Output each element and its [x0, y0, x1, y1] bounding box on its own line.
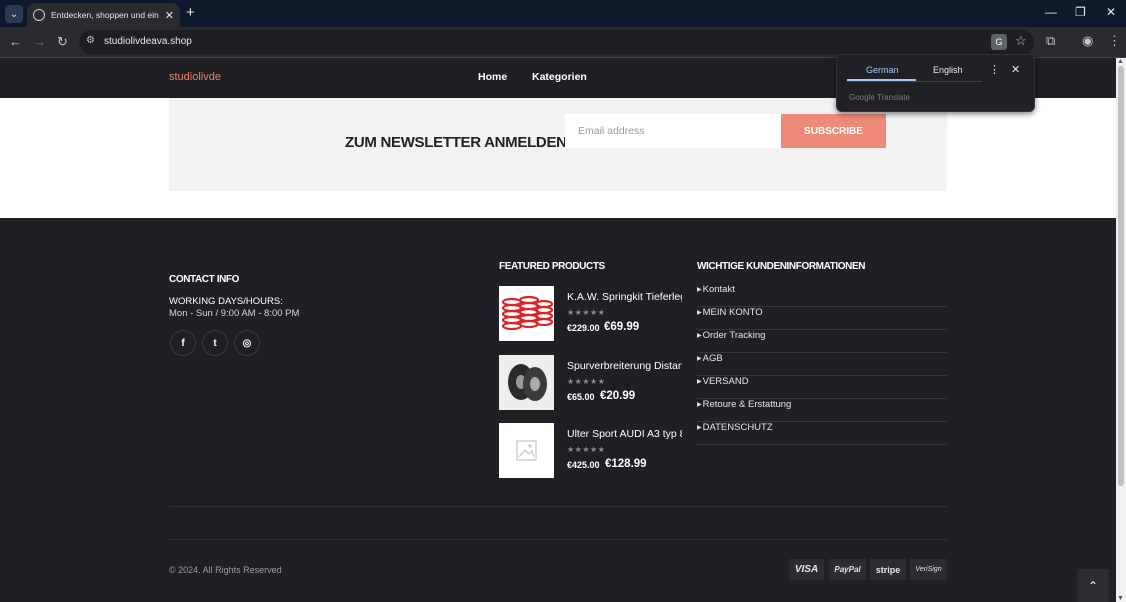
product-image-springs[interactable]	[499, 286, 554, 341]
product-item[interactable]: Spurverbreiterung Distanzscheiben ★★★★★ …	[499, 355, 684, 411]
newsletter-title: ZUM NEWSLETTER ANMELDEN	[345, 134, 567, 151]
info-link-label[interactable]: Retoure & Erstattung	[703, 399, 792, 410]
product-item[interactable]: Ulter Sport AUDI A3 typ 8P ★★★★★ €425.00…	[499, 423, 684, 479]
product-price: €128.99	[605, 458, 647, 470]
hours-label: WORKING DAYS/HOURS:	[169, 296, 283, 307]
rating-stars-icon: ★★★★★	[567, 377, 606, 386]
scrollbar-thumb[interactable]	[1118, 66, 1124, 486]
product-name[interactable]: Spurverbreiterung Distanzscheiben	[567, 360, 682, 372]
translate-source-tab[interactable]: German	[866, 65, 899, 75]
info-link-label[interactable]: AGB	[703, 353, 723, 364]
rating-stars-icon: ★★★★★	[567, 445, 606, 454]
translate-icon[interactable]: G	[991, 34, 1007, 50]
caret-right-icon: ▶	[697, 425, 702, 431]
translate-brand: Google Translate	[849, 93, 910, 102]
newsletter-box: ZUM NEWSLETTER ANMELDEN SUBSCRIBE	[169, 98, 947, 191]
newsletter-email-input[interactable]	[565, 114, 781, 148]
translate-tab-divider	[847, 81, 982, 82]
product-old-price: €65.00	[567, 392, 595, 402]
caret-right-icon: ▶	[697, 310, 702, 316]
site-info-icon[interactable]: ⚙	[86, 35, 100, 49]
info-link-label[interactable]: VERSAND	[703, 376, 749, 387]
verisign-icon: VeriSign	[910, 559, 947, 580]
product-old-price: €425.00	[567, 460, 600, 470]
visa-icon: VISA	[789, 559, 824, 580]
info-link-versand[interactable]: ▶VERSAND	[697, 376, 947, 399]
window-close-icon[interactable]: ✕	[1106, 5, 1116, 19]
extensions-icon[interactable]: ⧉	[1046, 33, 1055, 49]
product-price: €20.99	[600, 390, 636, 402]
nav-kategorien[interactable]: Kategorien	[532, 71, 587, 83]
address-bar[interactable]: ⚙ studiolivdeava.shop G ☆	[79, 30, 1034, 54]
product-name[interactable]: K.A.W. Springkit Tieferlegungsfedern	[567, 291, 682, 303]
info-link-label[interactable]: MEIN KONTO	[703, 307, 763, 318]
browser-tab[interactable]: Entdecken, shoppen und einkaufen ✕	[27, 3, 180, 27]
paypal-icon: PayPal	[829, 559, 866, 580]
footer-divider	[169, 539, 947, 540]
caret-right-icon: ▶	[697, 379, 702, 385]
copyright: © 2024. All Rights Reserved	[169, 565, 282, 575]
restore-icon[interactable]: ❐	[1075, 5, 1086, 19]
tab-close-icon[interactable]: ✕	[165, 9, 174, 22]
nav-home[interactable]: Home	[478, 71, 507, 83]
info-link-order-tracking[interactable]: ▶Order Tracking	[697, 330, 947, 353]
featured-title: FEATURED PRODUCTS	[499, 261, 605, 272]
globe-icon	[33, 9, 45, 21]
scroll-up-arrow-icon[interactable]: ▲	[1117, 58, 1124, 65]
new-tab-button[interactable]: +	[186, 5, 195, 21]
back-icon[interactable]: ←	[9, 34, 22, 50]
translate-more-icon[interactable]: ⋮	[989, 63, 1000, 76]
facebook-icon[interactable]: f	[170, 330, 196, 356]
twitter-icon[interactable]: t	[202, 330, 228, 356]
newsletter-section: ZUM NEWSLETTER ANMELDEN SUBSCRIBE	[0, 98, 1116, 218]
product-old-price: €229.00	[567, 323, 600, 333]
profile-icon[interactable]: ◉	[1082, 33, 1093, 49]
rating-stars-icon: ★★★★★	[567, 308, 606, 317]
page-scrollbar[interactable]: ▲ ▼	[1116, 58, 1126, 602]
caret-right-icon: ▶	[697, 356, 702, 362]
site-logo[interactable]: studiolivde	[169, 71, 221, 83]
site-footer: CONTACT INFO WORKING DAYS/HOURS: Mon - S…	[0, 218, 1116, 602]
info-link-retoure[interactable]: ▶Retoure & Erstattung	[697, 399, 947, 422]
info-link-label[interactable]: Kontakt	[703, 284, 735, 295]
caret-right-icon: ▶	[697, 402, 702, 408]
info-link-kontakt[interactable]: ▶Kontakt	[697, 284, 947, 307]
translate-target-tab[interactable]: English	[933, 65, 963, 75]
translate-close-icon[interactable]: ✕	[1011, 63, 1020, 76]
reload-icon[interactable]: ↻	[57, 34, 68, 50]
product-image-spacers[interactable]	[499, 355, 554, 410]
url-text[interactable]: studiolivdeava.shop	[104, 36, 192, 47]
page-viewport: studiolivde Home Kategorien ZUM NEWSLETT…	[0, 58, 1116, 602]
bookmark-star-icon[interactable]: ☆	[1015, 33, 1027, 49]
caret-right-icon: ▶	[697, 287, 702, 293]
hours-value: Mon - Sun / 9:00 AM - 8:00 PM	[169, 308, 300, 319]
menu-kebab-icon[interactable]: ⋮	[1108, 33, 1121, 49]
info-title: WICHTIGE KUNDENINFORMATIONEN	[697, 261, 866, 272]
tab-title: Entdecken, shoppen und einkaufen	[51, 10, 159, 20]
info-link-label[interactable]: Order Tracking	[703, 330, 766, 341]
scroll-down-arrow-icon[interactable]: ▼	[1117, 595, 1124, 602]
browser-tab-bar: ⌄ Entdecken, shoppen und einkaufen ✕ + —…	[0, 0, 1126, 27]
product-name[interactable]: Ulter Sport AUDI A3 typ 8P	[567, 428, 682, 440]
subscribe-button[interactable]: SUBSCRIBE	[781, 114, 886, 148]
caret-right-icon: ▶	[697, 333, 702, 339]
product-item[interactable]: K.A.W. Springkit Tieferlegungsfedern ★★★…	[499, 286, 684, 342]
footer-divider	[169, 506, 947, 507]
contact-title: CONTACT INFO	[169, 274, 240, 285]
minimize-icon[interactable]: —	[1045, 5, 1057, 19]
product-price: €69.99	[604, 321, 640, 333]
info-link-mein-konto[interactable]: ▶MEIN KONTO	[697, 307, 947, 330]
info-link-agb[interactable]: ▶AGB	[697, 353, 947, 376]
instagram-icon[interactable]: ◎	[234, 330, 260, 356]
scroll-to-top-icon[interactable]: ⌃	[1077, 569, 1109, 602]
tab-search-icon[interactable]: ⌄	[5, 5, 23, 23]
forward-icon[interactable]: →	[33, 34, 46, 50]
info-link-label[interactable]: DATENSCHUTZ	[703, 422, 773, 433]
translate-popup: German English ⋮ ✕ Google Translate	[836, 54, 1035, 112]
info-link-datenschutz[interactable]: ▶DATENSCHUTZ	[697, 422, 947, 445]
translate-active-underline	[847, 79, 916, 81]
product-image-placeholder[interactable]	[499, 423, 554, 478]
stripe-icon: stripe	[870, 559, 906, 580]
